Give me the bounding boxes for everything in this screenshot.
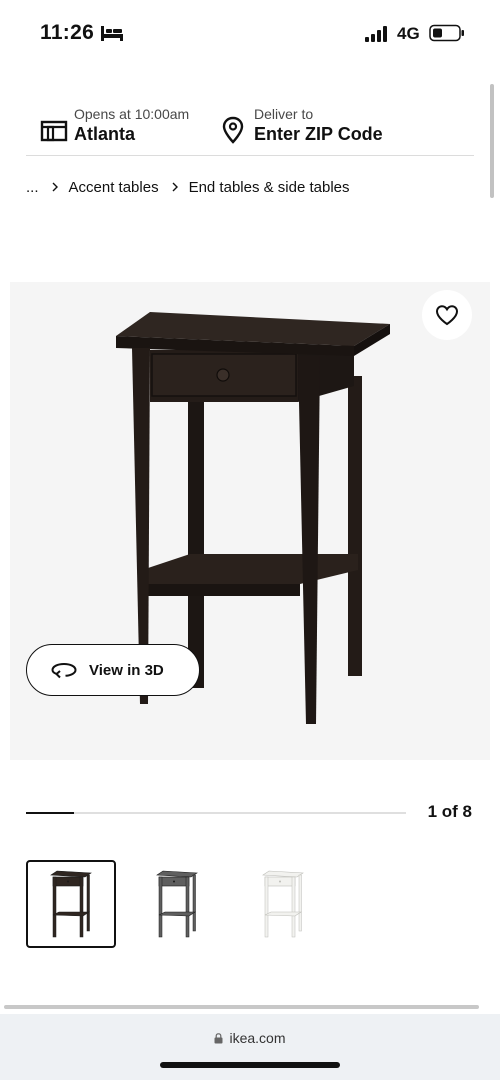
heart-icon [435,305,459,326]
view-in-3d-button[interactable]: View in 3D [26,644,200,696]
signal-icon [365,26,387,42]
status-time: 11:26 [40,21,95,44]
chevron-right-icon [172,182,178,192]
page-divider [4,1005,479,1009]
battery-icon [429,24,464,42]
favorite-button[interactable] [422,290,472,340]
thumbnail-image [262,870,304,938]
store-icon [40,120,68,142]
url-text: ikea.com [229,1030,286,1046]
url-display[interactable]: ikea.com [0,1030,500,1046]
store-name: Atlanta [74,124,136,144]
store-hours: Opens at 10:00am [74,106,190,122]
thumbnail-image [156,870,198,938]
bed-icon [101,26,123,41]
breadcrumb-more[interactable]: ... [26,179,39,196]
breadcrumb-accent-tables[interactable]: Accent tables [69,179,159,196]
thumbnail-1[interactable] [26,860,116,948]
gallery-progress-track [26,812,406,814]
network-label: 4G [397,24,420,43]
rotate-icon [51,662,77,679]
browser-address-bar[interactable]: ikea.com [0,1014,500,1080]
thumbnail-2[interactable] [132,860,222,948]
home-indicator[interactable] [160,1062,340,1068]
view-in-3d-label: View in 3D [89,661,164,679]
slide-counter: 1 of 8 [427,802,472,821]
pin-icon [222,116,244,144]
status-bar: 11:26 4G [0,0,500,66]
product-image-gallery[interactable]: View in 3D [10,282,490,760]
chevron-right-icon [52,182,58,192]
lock-icon [214,1032,223,1043]
breadcrumb-end-tables[interactable]: End tables & side tables [189,179,350,196]
enter-zip-link[interactable]: Enter ZIP Code [254,124,383,145]
thumbnail-3[interactable] [238,860,328,948]
store-delivery-bar: Opens at 10:00am Atlanta Deliver to Ente… [26,100,474,156]
gallery-progress-fill [26,812,74,814]
thumbnail-image [50,870,92,938]
deliver-label: Deliver to [254,106,314,122]
scrollbar[interactable] [490,84,494,198]
breadcrumb: ... Accent tables End tables & side tabl… [26,176,350,198]
thumbnail-strip [26,860,344,948]
